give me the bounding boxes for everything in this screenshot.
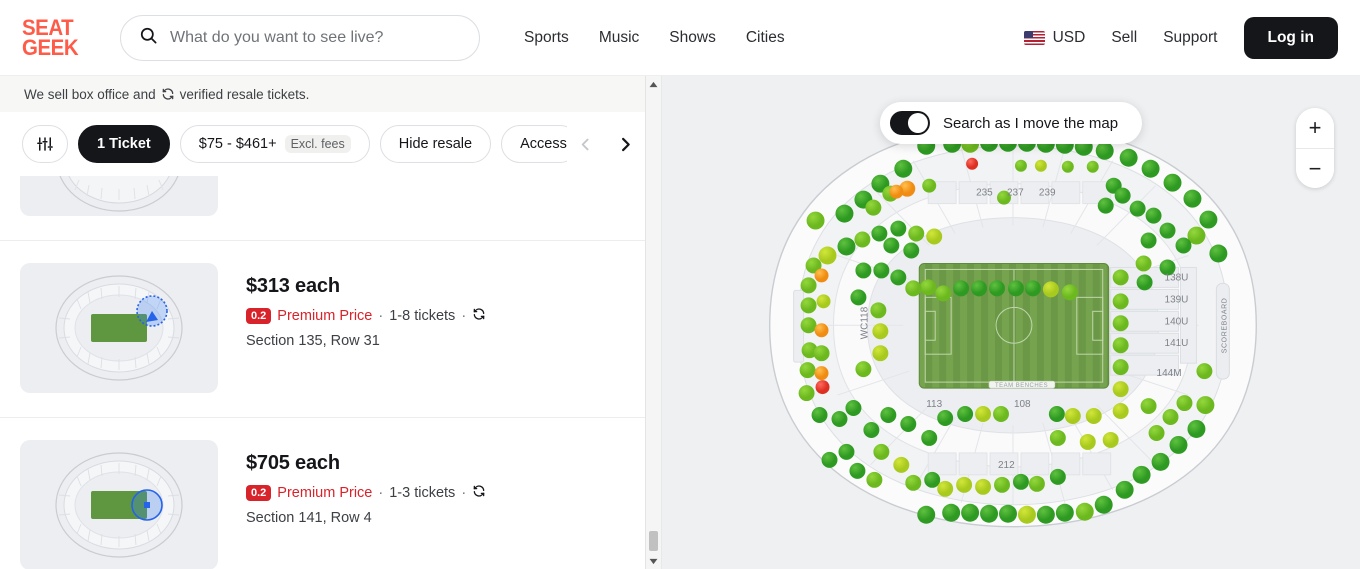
listing-quantity: 1-3 tickets (389, 485, 455, 501)
zoom-in-button[interactable]: + (1296, 108, 1334, 148)
map-label-WC118: WC118 (859, 306, 870, 339)
separator: · (378, 308, 383, 324)
premium-price-label: Premium Price (277, 485, 372, 501)
scroll-down-icon[interactable] (646, 553, 661, 569)
listing-map-thumbnail (20, 176, 218, 216)
us-flag-icon (1024, 31, 1045, 45)
map-label-239: 239 (1039, 188, 1056, 199)
nav-item-shows[interactable]: Shows (669, 29, 716, 47)
chip-sublabel: Excl. fees (285, 135, 351, 153)
deal-score-badge: 0.2 (246, 308, 271, 324)
list-item[interactable] (0, 176, 661, 241)
sell-link[interactable]: Sell (1111, 29, 1137, 47)
map-label-235: 235 (976, 188, 993, 199)
chip-label: 1 Ticket (97, 136, 151, 152)
currency-label: USD (1053, 29, 1086, 47)
log-in-button[interactable]: Log in (1244, 17, 1339, 59)
nav-item-music[interactable]: Music (599, 29, 639, 47)
filter-prev-button[interactable] (573, 132, 598, 157)
support-link[interactable]: Support (1163, 29, 1217, 47)
map-label-237: 237 (1007, 188, 1024, 199)
listing-price: $705 each (246, 452, 486, 475)
listing-map-thumbnail (20, 263, 218, 393)
separator: · (461, 485, 466, 501)
logo-line-2: GEEK (22, 38, 83, 57)
map-label-138U: 138U (1165, 272, 1189, 283)
stadium-seatmap-svg[interactable]: 235 237 239 138U 139U 140U 141U 144M 113… (662, 76, 1360, 569)
filter-scroll-arrows (567, 112, 639, 176)
map-label-212: 212 (998, 460, 1015, 471)
listing-meta: 0.2 Premium Price · 1-3 tickets · (246, 484, 486, 502)
filter-settings-button[interactable] (22, 125, 68, 163)
filter-bar: 1 Ticket $75 - $461+ Excl. fees Hide res… (0, 112, 661, 176)
site-header: SEAT GEEK Sports Music Shows Cities USD … (0, 0, 1360, 76)
resale-notice: We sell box office and verified resale t… (0, 76, 661, 112)
chip-label: Hide resale (399, 136, 472, 152)
page-body: We sell box office and verified resale t… (0, 76, 1360, 569)
list-item[interactable]: $705 each 0.2 Premium Price · 1-3 ticket… (0, 418, 661, 569)
list-item[interactable]: $313 each 0.2 Premium Price · 1-8 ticket… (0, 241, 661, 418)
premium-price-label: Premium Price (277, 308, 372, 324)
search-as-i-move-toggle[interactable]: Search as I move the map (880, 102, 1142, 144)
map-label-140U: 140U (1165, 316, 1189, 327)
map-label-139U: 139U (1165, 294, 1189, 305)
verified-resale-icon (472, 307, 486, 325)
currency-selector[interactable]: USD (1024, 29, 1086, 47)
notice-text-1: We sell box office and (24, 87, 156, 102)
separator: · (461, 308, 466, 324)
listings-list[interactable]: $313 each 0.2 Premium Price · 1-8 ticket… (0, 176, 661, 569)
header-actions: USD Sell Support Log in (1024, 17, 1338, 59)
listing-info: $705 each 0.2 Premium Price · 1-3 ticket… (246, 440, 486, 526)
filter-chip-hide-resale[interactable]: Hide resale (380, 125, 491, 163)
map-zoom-controls: + − (1296, 108, 1334, 188)
zoom-out-button[interactable]: − (1296, 148, 1334, 188)
search-icon (139, 26, 158, 50)
listing-info: $313 each 0.2 Premium Price · 1-8 ticket… (246, 263, 486, 349)
listing-meta: 0.2 Premium Price · 1-8 tickets · (246, 307, 486, 325)
listings-scrollbar[interactable] (645, 76, 661, 569)
nav-item-cities[interactable]: Cities (746, 29, 785, 47)
listing-section: Section 141, Row 4 (246, 510, 486, 526)
scrollbar-thumb[interactable] (649, 531, 658, 551)
separator: · (378, 485, 383, 501)
filter-chip-ticket-quantity[interactable]: 1 Ticket (78, 125, 170, 163)
map-label-scoreboard: SCOREBOARD (1221, 298, 1228, 354)
notice-text-2: verified resale tickets. (180, 87, 310, 102)
primary-nav: Sports Music Shows Cities (524, 29, 785, 47)
verified-resale-icon (472, 484, 486, 502)
listing-quantity: 1-8 tickets (389, 308, 455, 324)
listings-panel: We sell box office and verified resale t… (0, 76, 662, 569)
listing-map-thumbnail (20, 440, 218, 569)
scroll-up-icon[interactable] (646, 76, 661, 92)
toggle-label: Search as I move the map (943, 115, 1118, 132)
map-label-141U: 141U (1165, 338, 1189, 349)
map-label-144M: 144M (1157, 368, 1182, 379)
map-label-108: 108 (1014, 399, 1031, 410)
search-bar[interactable] (120, 15, 480, 61)
verified-resale-icon (161, 87, 175, 101)
map-label-team-benches: TEAM BENCHES (995, 383, 1048, 389)
venue-map[interactable]: Search as I move the map + − (662, 76, 1360, 569)
seatgeek-logo[interactable]: SEAT GEEK (22, 17, 83, 59)
nav-item-sports[interactable]: Sports (524, 29, 569, 47)
deal-score-badge: 0.2 (246, 485, 271, 501)
filter-next-button[interactable] (612, 131, 639, 158)
listing-section: Section 135, Row 31 (246, 333, 486, 349)
toggle-switch-icon[interactable] (890, 111, 930, 135)
chip-label: $75 - $461+ (199, 136, 277, 152)
filter-chip-price-range[interactable]: $75 - $461+ Excl. fees (180, 125, 370, 163)
search-input[interactable] (170, 29, 461, 47)
map-label-113: 113 (926, 399, 942, 410)
listing-price: $313 each (246, 275, 486, 298)
